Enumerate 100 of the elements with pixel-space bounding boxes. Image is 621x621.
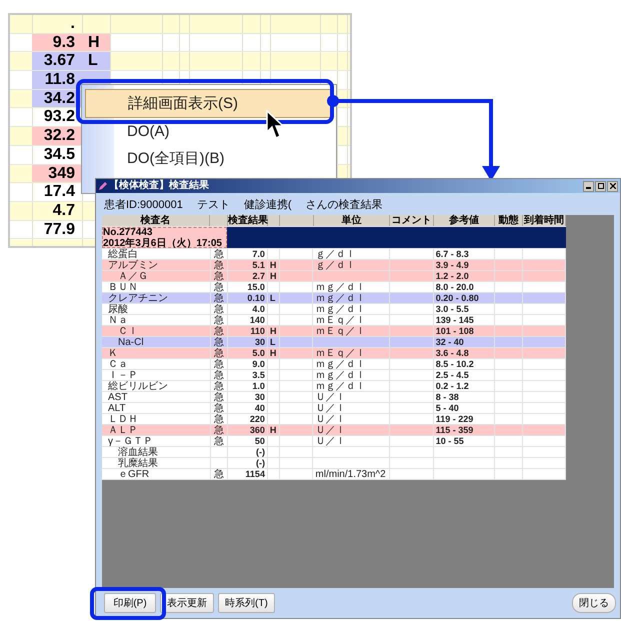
reference-range: 32 - 40 <box>436 337 464 347</box>
unit-text: ｍＥｑ／ｌ <box>315 348 366 359</box>
reference-range: 10 - 55 <box>436 436 464 446</box>
urgent-mark: 急 <box>214 359 224 370</box>
result-value: 30 <box>254 392 265 402</box>
test-name: ＢＵＮ <box>108 282 138 293</box>
test-name: 総蛋白 <box>108 249 138 260</box>
unit-text: ｍｇ／ｄｌ <box>315 381 366 392</box>
result-value: 30 <box>254 337 265 347</box>
result-value: (-) <box>256 458 265 468</box>
urgent-mark: 急 <box>214 315 224 326</box>
window-button[interactable]: 表示更新 <box>160 593 214 613</box>
result-value: 9.0 <box>252 359 265 369</box>
urgent-mark: 急 <box>214 414 224 425</box>
result-value: 2.7 <box>252 271 265 281</box>
value-cell-text: . <box>70 15 76 33</box>
test-name: ALT <box>108 403 126 414</box>
unit-text: ｍｇ／ｄｌ <box>315 304 366 315</box>
result-value: 50 <box>254 436 265 446</box>
reference-range: 8.5 - 10.2 <box>436 359 474 369</box>
value-cell-text: 77.9 <box>42 220 76 238</box>
test-name: Na-Cl <box>118 337 144 348</box>
result-value: 7.0 <box>252 249 265 259</box>
order-cell: No.277443 2012年3月6日（火）17:05 <box>102 227 227 248</box>
test-name: γ－ＧＴＰ <box>108 436 153 447</box>
minimize-button[interactable] <box>583 180 594 192</box>
value-cell: 9.3 <box>32 34 82 52</box>
test-name: ｅGFR <box>118 469 150 480</box>
value-cell: 11.8 <box>32 71 82 89</box>
reference-range: 139 - 145 <box>436 315 474 325</box>
result-value: 360 <box>250 425 265 435</box>
result-value: 1.0 <box>252 381 265 391</box>
urgent-mark: 急 <box>214 260 224 271</box>
close-button[interactable] <box>607 180 618 192</box>
window-button[interactable]: 閉じる <box>572 593 616 613</box>
test-name: 乳糜結果 <box>118 458 158 469</box>
unit-text: ｇ／ｄｌ <box>315 260 356 271</box>
column-header: 参考値 <box>448 215 479 226</box>
result-value: 15.0 <box>247 282 265 292</box>
test-name: Ａ／Ｇ <box>118 271 148 282</box>
reference-range: 8.0 - 20.0 <box>436 282 474 292</box>
flag-text: H <box>270 260 276 270</box>
urgent-mark: 急 <box>214 271 224 282</box>
unit-text: ml/min/1.73m^2 <box>315 469 386 480</box>
unit-text: ｇ／ｄｌ <box>315 249 356 260</box>
reference-range: 3.6 - 4.8 <box>436 348 469 358</box>
maximize-icon <box>598 183 604 189</box>
unit-text: Ｕ／ｌ <box>315 392 346 403</box>
urgent-mark: 急 <box>214 337 224 348</box>
reference-range: 2.5 - 4.5 <box>436 370 469 380</box>
maximize-button[interactable] <box>595 180 606 192</box>
unit-text: Ｕ／ｌ <box>315 414 346 425</box>
reference-range: 1.2 - 2.0 <box>436 271 469 281</box>
test-name: アルブミン <box>108 260 158 271</box>
window-button[interactable]: 印刷(P) <box>104 593 156 613</box>
result-value: 0.10 <box>247 293 265 303</box>
pencil-icon <box>98 182 107 190</box>
menu-item[interactable]: DO(全項目)(B) <box>85 145 333 172</box>
reference-range: 3.0 - 5.5 <box>436 304 469 314</box>
urgent-mark: 急 <box>214 326 224 337</box>
reference-range: 0.20 - 0.80 <box>436 293 479 303</box>
reference-range: 6.7 - 8.3 <box>436 249 469 259</box>
result-value: 1154 <box>245 469 265 479</box>
result-value: 3.5 <box>252 370 265 380</box>
test-name: AST <box>108 392 128 403</box>
column-header: 動態 <box>498 215 518 226</box>
column-header: 到着時間 <box>524 215 564 226</box>
flag-text: H <box>270 348 276 358</box>
result-value: 4.0 <box>252 304 265 314</box>
flag-text: H <box>270 326 276 336</box>
urgent-mark: 急 <box>214 436 224 447</box>
reference-range: 8 - 38 <box>436 392 459 402</box>
value-cell-text: 93.2 <box>42 108 76 126</box>
result-value: 140 <box>250 315 265 325</box>
value-cell-text: 17.4 <box>42 183 76 201</box>
test-name: 溶血結果 <box>118 447 158 458</box>
urgent-mark: 急 <box>214 370 224 381</box>
unit-text: Ｕ／ｌ <box>315 425 346 436</box>
test-name: 総ビリルビン <box>108 381 168 392</box>
value-cell-text: 34.5 <box>42 146 76 164</box>
menu-item[interactable]: 詳細画面表示(S) <box>85 89 333 118</box>
result-value: 5.0 <box>252 348 265 358</box>
unit-text: ｍＥｑ／ｌ <box>315 315 366 326</box>
patient-header-text: 健診連携( <box>244 198 292 211</box>
urgent-mark: 急 <box>214 403 224 414</box>
reference-range: 0.2 - 1.2 <box>436 381 469 391</box>
flag-text: H <box>270 425 276 435</box>
value-cell-text: 4.7 <box>52 202 76 220</box>
unit-text: ｍｇ／ｄｌ <box>315 293 366 304</box>
flag-text: L <box>270 337 276 347</box>
close-icon <box>610 183 616 189</box>
reference-range: 5 - 40 <box>436 403 459 413</box>
window-button[interactable]: 時系列(T) <box>218 593 275 613</box>
patient-header-text: 患者ID:9000001 <box>104 198 183 211</box>
reference-range: 119 - 229 <box>436 414 474 424</box>
test-name: Ｃｌ <box>118 326 138 337</box>
test-name: Ｉ－Ｐ <box>108 370 138 381</box>
unit-text: ｍｇ／ｄｌ <box>315 370 366 381</box>
urgent-mark: 急 <box>214 392 224 403</box>
window-title: 【検体検査】検査結果 <box>109 180 209 192</box>
